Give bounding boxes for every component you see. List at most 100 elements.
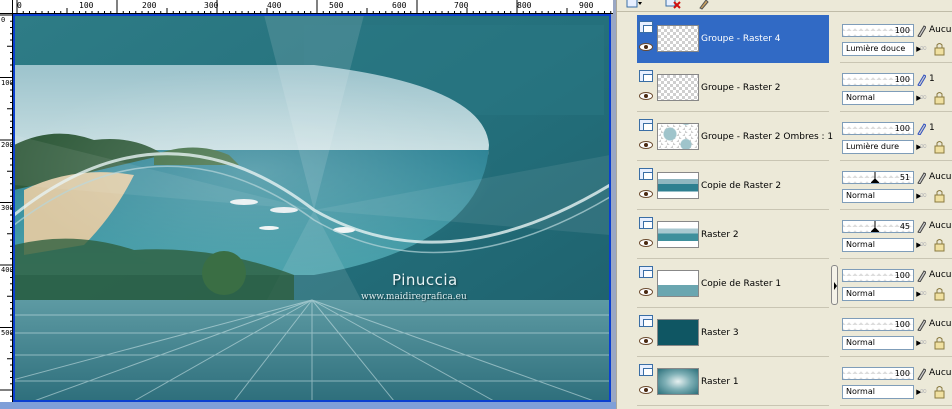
brush-link-icon[interactable] — [916, 171, 926, 184]
lock-icon[interactable] — [932, 140, 946, 154]
lock-icon[interactable] — [932, 287, 946, 301]
opacity-slider[interactable]: 100 — [842, 73, 914, 86]
layer-name-box[interactable]: Raster 1 — [637, 358, 829, 406]
visibility-eye-icon[interactable] — [639, 239, 653, 247]
palette-splitter[interactable] — [830, 15, 840, 409]
brush-link-icon[interactable] — [916, 122, 926, 135]
opacity-slider[interactable]: 51 — [842, 171, 914, 184]
layer-properties-row: 100 Aucu Lumière douce ▶ ∞ — [840, 15, 952, 63]
brush-link-icon[interactable] — [916, 73, 926, 86]
canvas-scrollbar[interactable] — [0, 402, 616, 409]
blend-mode-value: Normal — [846, 387, 875, 396]
layer-type-icon — [639, 168, 653, 180]
visibility-eye-icon[interactable] — [639, 92, 653, 100]
layer-name-box[interactable]: Copie de Raster 1 — [637, 260, 829, 308]
layer-row[interactable]: Raster 2 — [637, 211, 829, 259]
layer-thumbnail — [657, 25, 699, 52]
layer-name: Groupe - Raster 2 — [701, 83, 781, 93]
opacity-slider[interactable]: 100 — [842, 367, 914, 380]
layer-name-box[interactable]: Groupe - Raster 4 — [637, 15, 829, 63]
lock-icon[interactable] — [932, 189, 946, 203]
layer-properties-row: 100 1 Normal ▶ ∞ — [840, 64, 952, 112]
opacity-value: 100 — [894, 124, 910, 133]
layer-name-box[interactable]: Groupe - Raster 2 Ombres : 1 — [637, 113, 833, 161]
ruler-top-label: 700 — [454, 1, 469, 10]
opacity-slider[interactable]: 100 — [842, 24, 914, 37]
ruler-left-label: 400 — [1, 266, 13, 274]
edit-layer-button[interactable] — [697, 0, 715, 11]
slider-handle-icon[interactable] — [871, 172, 879, 183]
layer-properties-row: 100 1 Lumière dure ▶ ∞ — [840, 113, 952, 161]
layer-row[interactable]: Raster 3 — [637, 309, 829, 357]
brush-link-icon[interactable] — [916, 269, 926, 282]
layer-name-box[interactable]: Groupe - Raster 2 — [637, 64, 829, 112]
layer-thumbnail — [657, 368, 699, 395]
layer-extra-value: 1 — [929, 74, 935, 84]
delete-layer-button[interactable] — [665, 0, 683, 11]
visibility-eye-icon[interactable] — [639, 337, 653, 345]
blend-mode-select[interactable]: Normal — [842, 385, 914, 399]
layer-row[interactable]: Groupe - Raster 2 — [637, 64, 829, 112]
ruler-corner — [0, 0, 13, 14]
layer-type-icon — [639, 266, 653, 278]
ruler-top-label: 200 — [142, 1, 157, 10]
visibility-eye-icon[interactable] — [639, 190, 653, 198]
layer-row[interactable]: Copie de Raster 1 — [637, 260, 829, 308]
brush-link-icon[interactable] — [916, 24, 926, 37]
layer-thumbnail — [657, 172, 699, 199]
layer-name: Raster 2 — [701, 230, 739, 240]
blend-mode-select[interactable]: Normal — [842, 91, 914, 105]
brush-link-icon[interactable] — [916, 318, 926, 331]
blend-mode-select[interactable]: Normal — [842, 336, 914, 350]
visibility-eye-icon[interactable] — [639, 288, 653, 296]
layer-list: Groupe - Raster 4 Groupe - Raster 2 Groupe… — [637, 15, 833, 409]
layer-thumbnail — [657, 221, 699, 248]
visibility-eye-icon[interactable] — [639, 386, 653, 394]
blend-mode-value: Lumière dure — [846, 142, 900, 151]
lock-icon[interactable] — [932, 336, 946, 350]
opacity-slider[interactable]: 100 — [842, 318, 914, 331]
blend-mode-select[interactable]: Lumière dure — [842, 140, 914, 154]
blend-mode-select[interactable]: Normal — [842, 287, 914, 301]
link-icon: ∞ — [919, 190, 928, 201]
layer-row[interactable]: Raster 1 — [637, 358, 829, 406]
brush-link-icon[interactable] — [916, 220, 926, 233]
layer-row[interactable]: Copie de Raster 2 — [637, 162, 829, 210]
opacity-slider[interactable]: 100 — [842, 269, 914, 282]
layer-type-icon — [639, 315, 653, 327]
layer-name-box[interactable]: Raster 3 — [637, 309, 829, 357]
new-layer-button[interactable] — [625, 0, 643, 11]
blend-mode-value: Normal — [846, 191, 875, 200]
ruler-left-label: 200 — [1, 141, 13, 149]
layer-row[interactable]: Groupe - Raster 4 — [637, 15, 829, 63]
link-icon: ∞ — [919, 386, 928, 397]
lock-icon[interactable] — [932, 385, 946, 399]
canvas-window: 0 100 200 300 400 500 600 700 800 900 0 … — [0, 0, 616, 409]
layer-name-box[interactable]: Copie de Raster 2 — [637, 162, 829, 210]
brush-icon — [699, 0, 709, 10]
image-canvas[interactable] — [14, 15, 610, 401]
splitter-grip[interactable] — [831, 265, 838, 305]
slider-handle-icon[interactable] — [871, 221, 879, 232]
blend-mode-select[interactable]: Normal — [842, 238, 914, 252]
layer-extra-value: 1 — [929, 123, 935, 133]
ruler-left-label: 100 — [1, 79, 13, 87]
blend-mode-select[interactable]: Normal — [842, 189, 914, 203]
lock-icon[interactable] — [932, 238, 946, 252]
opacity-slider[interactable]: 45 — [842, 220, 914, 233]
layer-name-box[interactable]: Raster 2 — [637, 211, 829, 259]
layer-row[interactable]: Groupe - Raster 2 Ombres : 1 — [637, 113, 833, 161]
opacity-value: 100 — [894, 26, 910, 35]
lock-icon[interactable] — [932, 42, 946, 56]
layer-extra-value: Aucu — [929, 221, 952, 231]
visibility-eye-icon[interactable] — [639, 43, 653, 51]
brush-link-icon[interactable] — [916, 367, 926, 380]
link-icon: ∞ — [919, 239, 928, 250]
lock-icon[interactable] — [932, 91, 946, 105]
opacity-slider[interactable]: 100 — [842, 122, 914, 135]
layer-extra-value: Aucu — [929, 368, 952, 378]
blend-mode-select[interactable]: Lumière douce — [842, 42, 914, 56]
link-icon: ∞ — [919, 337, 928, 348]
delete-layer-icon — [665, 0, 681, 9]
visibility-eye-icon[interactable] — [639, 141, 653, 149]
